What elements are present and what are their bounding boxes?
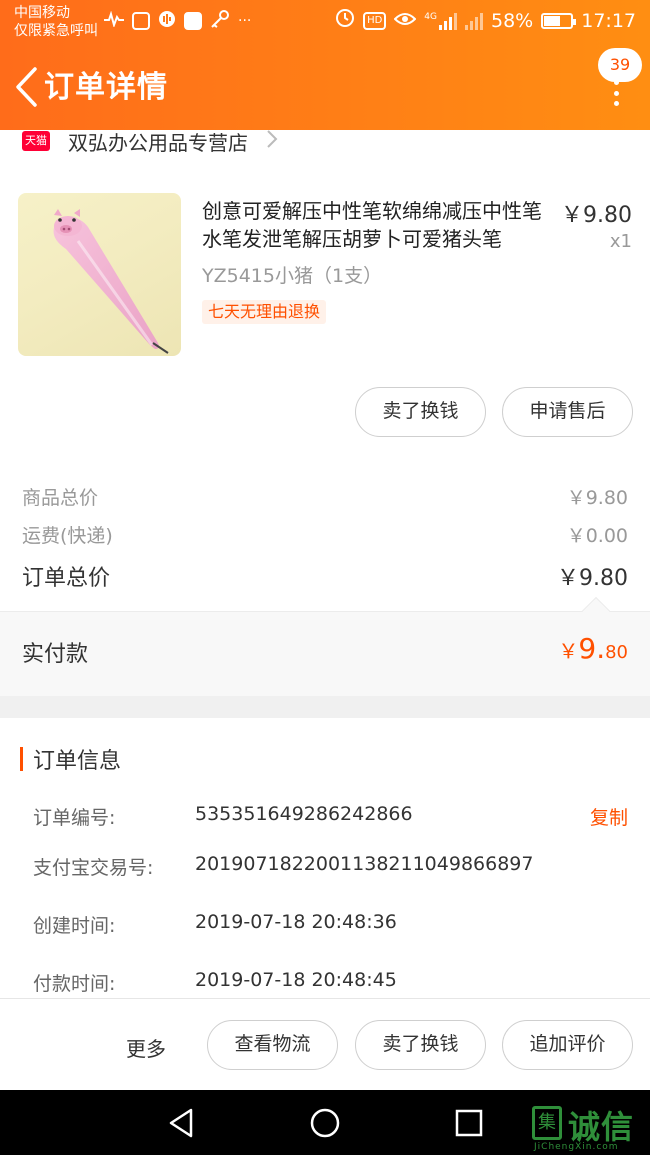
watermark-logo: 集 诚信 JiChengXin.com	[526, 1100, 646, 1155]
battery-percent: 58%	[491, 9, 534, 32]
signal-icon: 4G	[424, 12, 457, 30]
paid-decimal: 80	[605, 642, 628, 663]
product-price: ￥9.80	[561, 203, 632, 228]
watermark-domain: JiChengXin.com	[534, 1142, 619, 1152]
product-item[interactable]: 创意可爱解压中性笔软绵绵减压中性笔水笔发泄笔解压胡萝卜可爱猪头笔 ￥9.80 x…	[18, 193, 632, 358]
goods-total-value: ￥9.80	[566, 487, 628, 509]
order-info-header: 订单信息	[20, 743, 121, 775]
paid-currency: ￥	[558, 639, 579, 663]
alarm-icon	[335, 8, 355, 33]
shipping-value: ￥0.00	[566, 525, 628, 547]
page-title: 订单详情	[44, 70, 168, 105]
shop-name: 双弘办公用品专营店	[68, 130, 248, 155]
audio-icon	[158, 10, 176, 32]
back-arrow-icon	[16, 67, 37, 107]
signal-2-icon	[465, 12, 483, 30]
news-app-icon	[184, 12, 202, 30]
activity-icon	[104, 10, 124, 31]
order-total-row: 订单总价 ￥9.80	[22, 560, 628, 592]
status-bar-right: HD 4G 58% 17:17	[335, 8, 636, 33]
section-accent-bar	[20, 747, 23, 771]
paid-box-notch	[581, 596, 611, 626]
tmall-icon: 天猫	[22, 131, 50, 151]
carrier-info: 中国移动 仅限紧急呼叫	[14, 4, 98, 40]
message-count-badge[interactable]: 39	[598, 48, 642, 82]
created-time-value: 2019-07-18 20:48:36	[195, 911, 397, 933]
clock: 17:17	[581, 9, 636, 32]
nav-recents-icon[interactable]	[451, 1105, 487, 1141]
order-total-value: ￥9.80	[557, 566, 628, 591]
paid-amount-box: 实付款 ￥9.80	[0, 596, 650, 696]
shipping-row: 运费(快递) ￥0.00	[22, 521, 628, 548]
paid-integer: 9.	[578, 632, 606, 665]
return-policy-tag: 七天无理由退换	[202, 300, 327, 324]
created-time-label: 创建时间:	[33, 915, 116, 937]
more-notifications-icon: ···	[238, 13, 252, 29]
order-number-label: 订单编号:	[33, 807, 116, 829]
document-icon	[132, 12, 150, 30]
goods-total-label: 商品总价	[22, 487, 99, 509]
app-header: 中国移动 仅限紧急呼叫 ··· HD 4G 58% 17:17 订单详情 39	[0, 0, 650, 130]
carrier-name: 中国移动	[14, 5, 70, 21]
network-type-label: 4G	[424, 11, 437, 22]
nav-home-icon[interactable]	[307, 1105, 343, 1141]
product-image[interactable]	[18, 193, 181, 356]
battery-icon	[541, 12, 577, 29]
alipay-number-value: 2019071822001138211049866897	[195, 853, 534, 875]
watermark-glyph: 集	[532, 1106, 562, 1140]
apply-after-sale-button[interactable]: 申请售后	[502, 387, 633, 437]
add-review-button[interactable]: 追加评价	[502, 1020, 633, 1070]
alipay-number-label: 支付宝交易号:	[33, 857, 154, 879]
nav-back-icon[interactable]	[163, 1105, 199, 1141]
goods-total-row: 商品总价 ￥9.80	[22, 483, 628, 510]
order-total-label: 订单总价	[22, 566, 111, 591]
payment-time-label: 付款时间:	[33, 973, 116, 995]
product-title[interactable]: 创意可爱解压中性笔软绵绵减压中性笔水笔发泄笔解压胡萝卜可爱猪头笔	[202, 197, 552, 253]
sell-for-cash-button[interactable]: 卖了换钱	[355, 387, 486, 437]
key-icon	[210, 10, 230, 32]
chevron-right-icon	[266, 129, 278, 153]
pig-pen-image	[53, 209, 169, 354]
hd-icon: HD	[363, 11, 387, 30]
order-info-title: 订单信息	[33, 749, 122, 774]
sell-for-cash-bottom-button[interactable]: 卖了换钱	[355, 1020, 486, 1070]
payment-time-value: 2019-07-18 20:48:45	[195, 969, 397, 991]
carrier-status: 仅限紧急呼叫	[14, 23, 98, 39]
bottom-action-bar: 更多 查看物流 卖了换钱 追加评价	[0, 998, 650, 1090]
more-actions-button[interactable]: 更多	[126, 1033, 166, 1062]
section-divider	[0, 696, 650, 718]
order-number-value: 535351649286242866	[195, 803, 413, 825]
paid-amount-value: ￥9.80	[558, 632, 628, 665]
shipping-label: 运费(快递)	[22, 525, 113, 547]
notification-icons: ···	[104, 10, 251, 32]
eye-comfort-icon	[393, 10, 417, 32]
shop-row[interactable]: 天猫 双弘办公用品专营店	[0, 130, 650, 160]
product-quantity: x1	[609, 231, 632, 252]
view-logistics-button[interactable]: 查看物流	[207, 1020, 338, 1070]
paid-amount-label: 实付款	[22, 642, 89, 667]
back-button[interactable]	[10, 64, 44, 110]
more-options-icon[interactable]	[610, 80, 622, 106]
product-sku: YZ5415小猪（1支）	[202, 265, 383, 287]
copy-order-number-button[interactable]: 复制	[590, 803, 628, 830]
